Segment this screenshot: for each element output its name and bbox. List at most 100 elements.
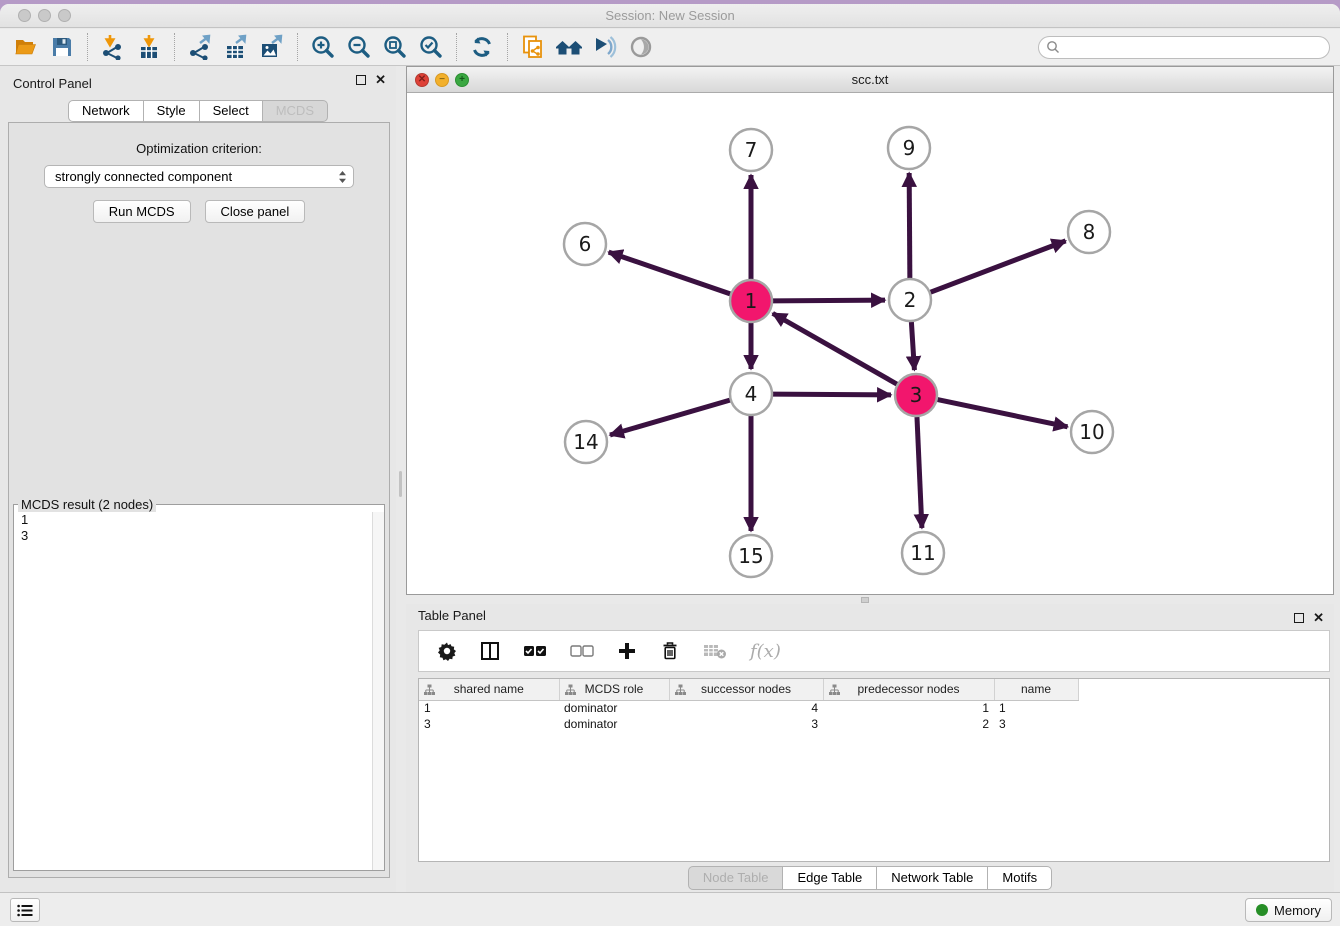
graph-node-14[interactable]: 14 bbox=[565, 421, 607, 463]
graph-edge-1-2[interactable] bbox=[773, 300, 885, 301]
deselect-all-button[interactable] bbox=[570, 644, 594, 658]
mcds-tab-content: Optimization criterion: strongly connect… bbox=[8, 122, 390, 878]
trash-icon bbox=[660, 641, 680, 661]
column-header-label: successor nodes bbox=[701, 682, 791, 696]
table-tab-network-table[interactable]: Network Table bbox=[877, 866, 988, 890]
tab-network[interactable]: Network bbox=[68, 100, 144, 122]
tab-style[interactable]: Style bbox=[144, 100, 200, 122]
column-header-name[interactable]: name bbox=[994, 679, 1078, 700]
graph-edge-2-3[interactable] bbox=[911, 322, 914, 370]
graph-edge-4-3[interactable] bbox=[773, 394, 891, 395]
save-icon bbox=[50, 35, 74, 59]
tab-mcds[interactable]: MCDS bbox=[263, 100, 328, 122]
network-canvas[interactable]: 7 9 6 8 1 2 4 3 14 10 15 11 bbox=[407, 93, 1333, 594]
search-icon bbox=[1046, 40, 1060, 54]
control-panel: Control Panel ✕ NetworkStyleSelectMCDS O… bbox=[0, 66, 396, 892]
graph-edge-4-14[interactable] bbox=[610, 400, 730, 435]
network-window-title: scc.txt bbox=[407, 67, 1333, 93]
graph-node-3[interactable]: 3 bbox=[895, 374, 937, 416]
float-panel-icon[interactable] bbox=[356, 75, 366, 85]
zoom-selected-button[interactable] bbox=[413, 32, 449, 62]
eye-button[interactable] bbox=[623, 32, 659, 62]
graph-node-10[interactable]: 10 bbox=[1071, 411, 1113, 453]
network-view-window: ✕ − + scc.txt 7968124314101511 bbox=[406, 66, 1334, 595]
graph-edge-2-9[interactable] bbox=[909, 173, 910, 278]
column-type-icon bbox=[675, 684, 686, 695]
optimization-select[interactable]: strongly connected component bbox=[44, 165, 354, 188]
table-tabs: Node TableEdge TableNetwork TableMotifs bbox=[406, 866, 1334, 890]
graph-edge-2-8[interactable] bbox=[931, 241, 1066, 292]
result-scrollbar[interactable] bbox=[372, 512, 384, 870]
graph-node-label: 7 bbox=[745, 138, 758, 162]
column-header-MCDS-role[interactable]: MCDS role bbox=[559, 679, 669, 700]
show-column-button[interactable] bbox=[480, 641, 500, 661]
export-table-button[interactable] bbox=[218, 32, 254, 62]
close-panel-button[interactable]: Close panel bbox=[205, 200, 306, 223]
graph-node-8[interactable]: 8 bbox=[1068, 211, 1110, 253]
add-row-button[interactable] bbox=[617, 641, 637, 661]
export-network-button[interactable] bbox=[182, 32, 218, 62]
control-panel-title: Control Panel bbox=[13, 76, 92, 91]
table-tab-motifs[interactable]: Motifs bbox=[988, 866, 1052, 890]
graph-edge-1-6[interactable] bbox=[609, 252, 731, 294]
zoom-in-button[interactable] bbox=[305, 32, 341, 62]
graph-node-1[interactable]: 1 bbox=[730, 280, 772, 322]
select-all-button[interactable] bbox=[523, 644, 547, 658]
run-mcds-button[interactable]: Run MCDS bbox=[93, 200, 191, 223]
memory-button[interactable]: Memory bbox=[1245, 898, 1332, 922]
graph-edge-3-1[interactable] bbox=[773, 313, 897, 384]
column-type-icon bbox=[424, 684, 435, 695]
table-tab-edge-table[interactable]: Edge Table bbox=[783, 866, 877, 890]
table-tab-node-table[interactable]: Node Table bbox=[688, 866, 784, 890]
control-panel-tabs: NetworkStyleSelectMCDS bbox=[0, 100, 396, 122]
import-network-button[interactable] bbox=[95, 32, 131, 62]
import-table-button[interactable] bbox=[131, 32, 167, 62]
graph-node-6[interactable]: 6 bbox=[564, 223, 606, 265]
close-panel-icon[interactable]: ✕ bbox=[1313, 613, 1324, 623]
table-cell: dominator bbox=[559, 716, 669, 732]
graph-node-2[interactable]: 2 bbox=[889, 279, 931, 321]
zoom-fit-button[interactable] bbox=[377, 32, 413, 62]
search-input[interactable] bbox=[1064, 40, 1329, 55]
graph-node-11[interactable]: 11 bbox=[902, 532, 944, 574]
clone-network-button[interactable] bbox=[515, 32, 551, 62]
delete-table-button[interactable] bbox=[703, 642, 727, 660]
function-builder-button[interactable]: f(x) bbox=[750, 641, 781, 662]
column-header-shared-name[interactable]: shared name bbox=[419, 679, 559, 700]
float-panel-icon[interactable] bbox=[1294, 613, 1304, 623]
annotations-icon bbox=[592, 34, 618, 60]
graph-node-15[interactable]: 15 bbox=[730, 535, 772, 577]
table-cell: 3 bbox=[994, 716, 1078, 732]
mcds-result-title: MCDS result (2 nodes) bbox=[18, 497, 156, 512]
export-table-icon bbox=[223, 34, 249, 60]
open-file-button[interactable] bbox=[8, 32, 44, 62]
zoom-out-button[interactable] bbox=[341, 32, 377, 62]
export-image-button[interactable] bbox=[254, 32, 290, 62]
graph-edge-3-10[interactable] bbox=[938, 400, 1068, 427]
table-panel: Table Panel ✕ bbox=[406, 604, 1334, 892]
close-panel-icon[interactable]: ✕ bbox=[375, 75, 386, 85]
home-panels-button[interactable] bbox=[551, 32, 587, 62]
table-cell: 1 bbox=[419, 700, 559, 716]
horizontal-splitter[interactable] bbox=[406, 595, 1334, 604]
vertical-splitter[interactable] bbox=[396, 66, 406, 892]
column-header-successor-nodes[interactable]: successor nodes bbox=[669, 679, 823, 700]
window-title: Session: New Session bbox=[0, 4, 1340, 28]
annotations-button[interactable] bbox=[587, 32, 623, 62]
settings-gear-button[interactable] bbox=[437, 641, 457, 661]
graph-node-9[interactable]: 9 bbox=[888, 127, 930, 169]
tab-select[interactable]: Select bbox=[200, 100, 263, 122]
column-header-predecessor-nodes[interactable]: predecessor nodes bbox=[823, 679, 994, 700]
table-row[interactable]: 1dominator411 bbox=[419, 700, 1078, 716]
graph-node-4[interactable]: 4 bbox=[730, 373, 772, 415]
refresh-icon bbox=[469, 34, 495, 60]
zoom-selected-icon bbox=[418, 34, 444, 60]
table-toolbar: f(x) bbox=[418, 630, 1330, 672]
refresh-layout-button[interactable] bbox=[464, 32, 500, 62]
table-row[interactable]: 3dominator323 bbox=[419, 716, 1078, 732]
graph-edge-3-11[interactable] bbox=[917, 417, 922, 528]
save-session-button[interactable] bbox=[44, 32, 80, 62]
graph-node-7[interactable]: 7 bbox=[730, 129, 772, 171]
task-history-button[interactable] bbox=[10, 898, 40, 922]
delete-row-button[interactable] bbox=[660, 641, 680, 661]
